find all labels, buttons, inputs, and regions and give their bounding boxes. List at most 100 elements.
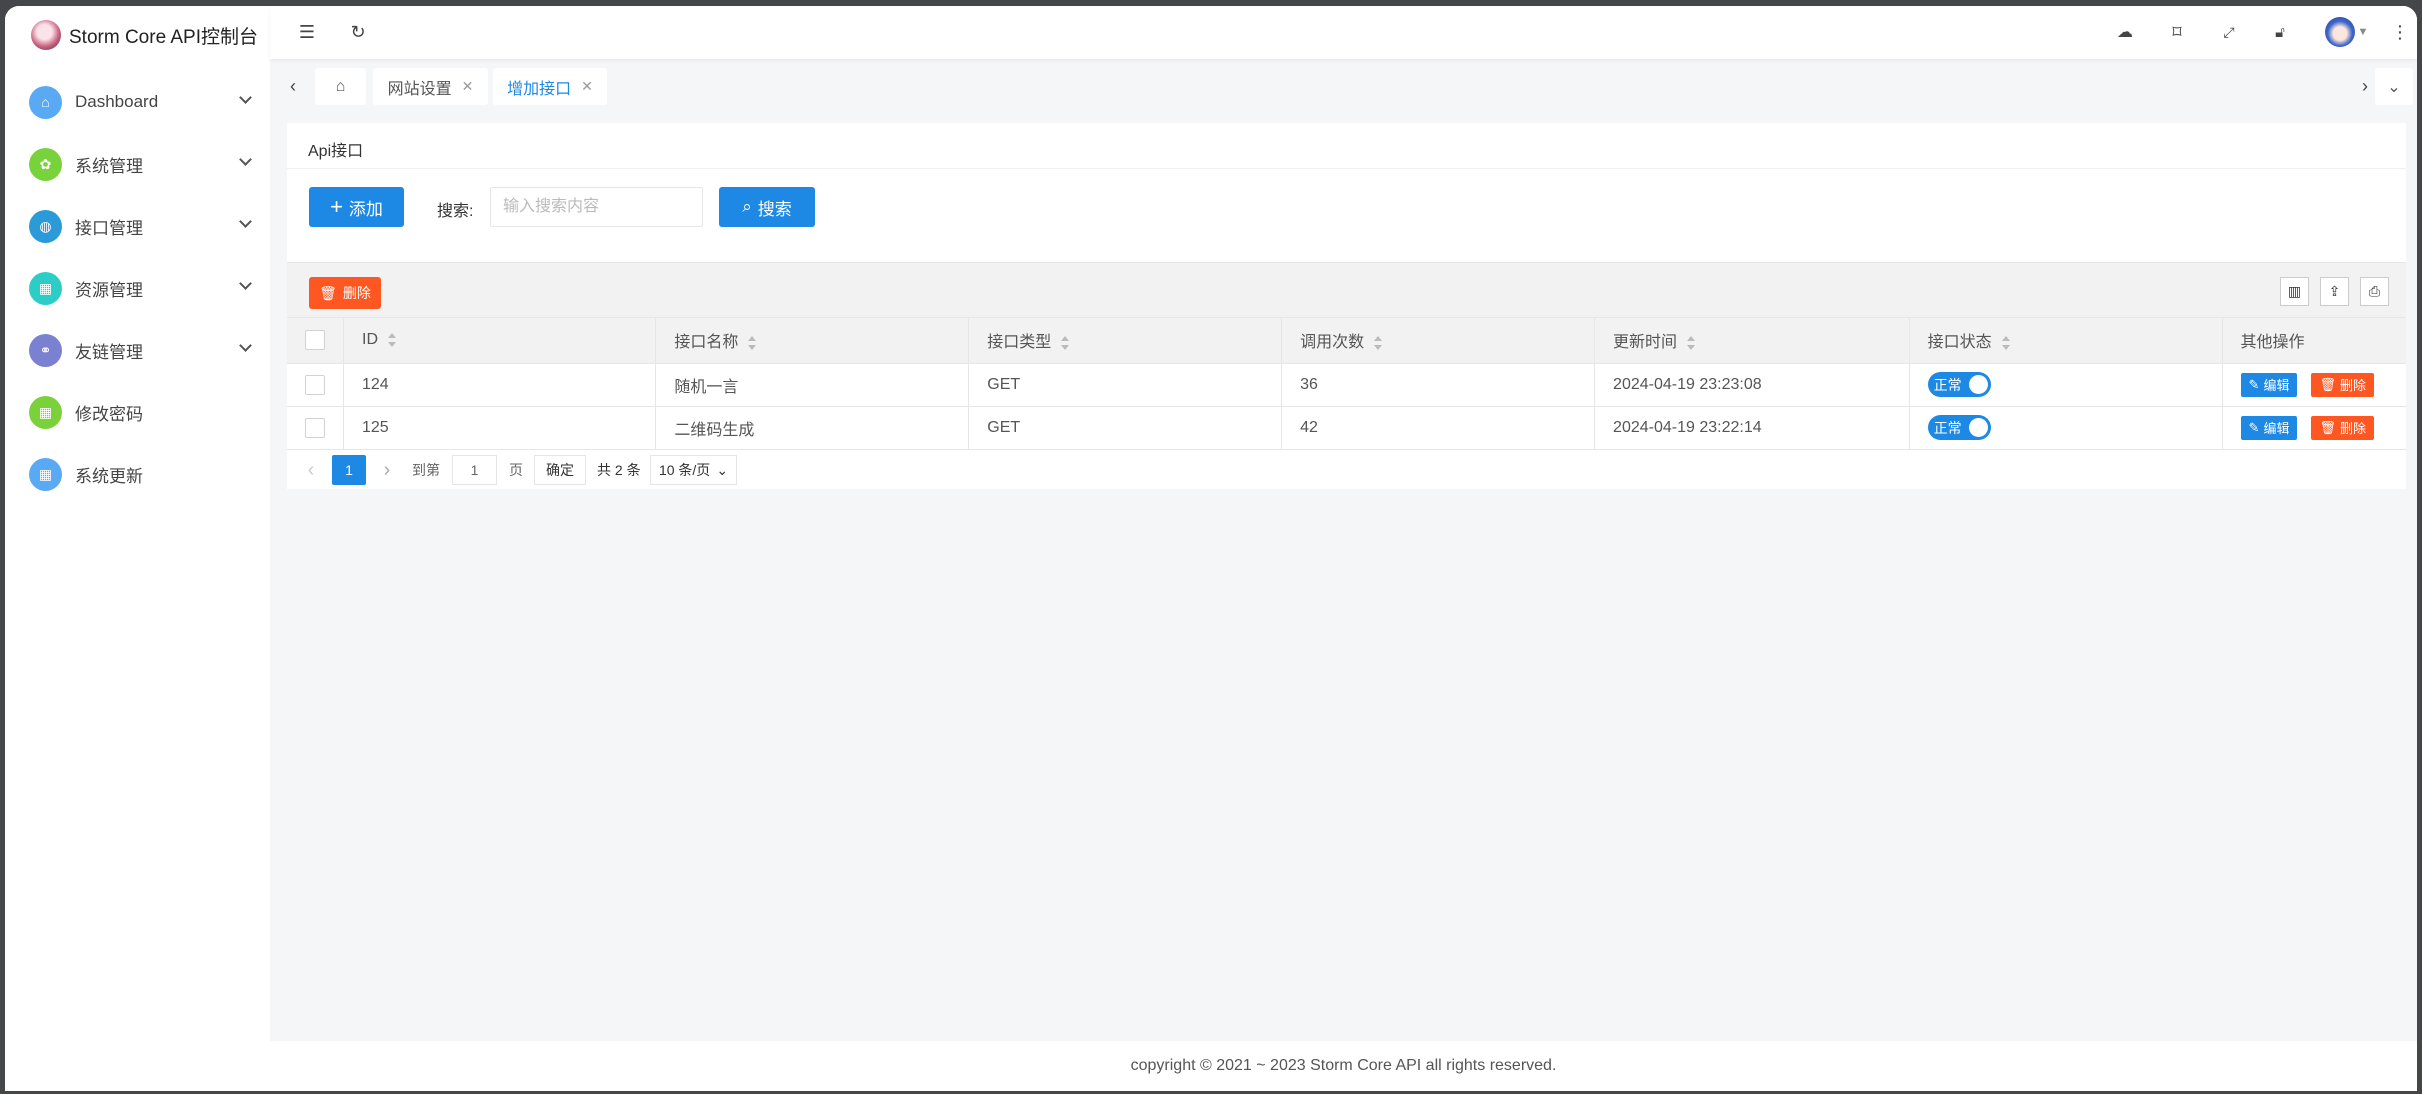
sort-icon[interactable] (388, 333, 396, 348)
chevron-down-icon: ⌄ (716, 461, 729, 478)
status-label: 正常 (1933, 376, 1962, 393)
select-all-cell (287, 318, 344, 364)
caret-down-icon[interactable]: ▼ (2350, 19, 2376, 45)
edit-button[interactable]: ✎ 编辑 (2240, 415, 2298, 440)
status-cell: 正常 (1909, 363, 2223, 407)
sort-icon[interactable] (1687, 336, 1696, 351)
sort-icon[interactable] (748, 336, 757, 351)
actions-cell: ✎ 编辑 🗑︎ 删除 (2222, 363, 2406, 407)
search-label: 搜索: (437, 203, 474, 220)
toggle-knob (1968, 418, 1988, 437)
column-header[interactable]: 接口状态 (1909, 318, 2223, 364)
tab-label: 网站设置 (387, 80, 452, 98)
column-header[interactable]: 接口名称 (655, 318, 970, 364)
goto-page-input[interactable]: 1 (452, 455, 497, 485)
columns-filter-icon[interactable]: ▥ (2280, 277, 2309, 306)
print-icon[interactable]: ⎙ (2360, 277, 2389, 306)
column-header: 其他操作 (2222, 318, 2406, 364)
sort-icon[interactable] (2001, 336, 2010, 351)
add-label: 添加 (348, 199, 383, 219)
goto-label: 到第 (412, 462, 440, 478)
sidebar-item-2[interactable]: ◍ 接口管理 (5, 201, 270, 251)
batch-delete-button[interactable]: 🗑︎ 删除 (309, 277, 381, 309)
column-header[interactable]: 调用次数 (1281, 318, 1596, 364)
chevron-down-icon: ⌄ (2387, 78, 2401, 96)
next-page-icon[interactable]: › (377, 455, 397, 485)
sidebar-item-1[interactable]: ✿ 系统管理 (5, 139, 270, 189)
column-header[interactable]: 更新时间 (1594, 318, 1910, 364)
api-card: Api接口 +添加 搜索: ⌕搜索 🗑︎删除 ▥ ⇪ ⎙ ID接口名称接口类型调… (287, 123, 2406, 489)
delete-button[interactable]: 🗑︎ 删除 (2311, 415, 2374, 440)
copyright-text: copyright © 2021 ~ 2023 Storm Core API a… (1130, 1057, 1557, 1074)
close-icon[interactable]: ✕ (462, 78, 474, 95)
column-label: ID (362, 331, 378, 349)
table-row: 125 二维码生成 GET 42 2024-04-19 23:22:14 正常 … (287, 406, 2406, 450)
export-icon[interactable]: ⇪ (2320, 277, 2349, 306)
lock-icon[interactable]: 🔓︎ (2267, 19, 2293, 45)
fullscreen-icon[interactable]: ⤢ (2216, 19, 2242, 45)
sidebar-item-5[interactable]: ▦ 修改密码 (5, 387, 270, 437)
tab-label: 增加接口 (507, 80, 572, 98)
sidebar-item-label: 资源管理 (75, 280, 143, 300)
cloud-code-icon[interactable]: ☁ (2112, 19, 2138, 45)
app-window: Storm Core API控制台 ⌂ Dashboard ✿ 系统管理 ◍ 接口管… (5, 6, 2417, 1091)
id-cell: 125 (343, 406, 657, 450)
sidebar-item-6[interactable]: ▦ 系统更新 (5, 449, 270, 499)
prev-page-icon[interactable]: ‹ (301, 455, 321, 485)
tabs-scroll-left-icon[interactable]: ‹ (280, 73, 306, 99)
page-size-select[interactable]: 10 条/页 ⌄ (650, 455, 737, 485)
status-label: 正常 (1933, 419, 1962, 436)
goto-confirm-button[interactable]: 确定 (534, 455, 586, 485)
tabs-dropdown-button[interactable]: ⌄ (2375, 68, 2413, 105)
status-toggle[interactable]: 正常 (1927, 372, 1991, 397)
edit-button[interactable]: ✎ 编辑 (2240, 372, 2298, 397)
tab-add-api[interactable]: 增加接口 ✕ (493, 68, 607, 105)
column-header[interactable]: ID (343, 318, 657, 364)
sidebar-item-label: 友链管理 (75, 342, 143, 362)
pencil-icon: ✎ (2248, 419, 2260, 435)
select-cell (287, 406, 344, 450)
tab-home[interactable]: ⌂ (315, 68, 366, 105)
footer: copyright © 2021 ~ 2023 Storm Core API a… (270, 1041, 2417, 1091)
row-checkbox[interactable] (305, 374, 325, 395)
sidebar-item-4[interactable]: ⚭ 友链管理 (5, 325, 270, 375)
table-row: 124 随机一言 GET 36 2024-04-19 23:23:08 正常 ✎… (287, 363, 2406, 407)
select-cell (287, 363, 344, 407)
api-table: ID 接口名称 接口类型 调用次数 更新时间 接口状态 其他操作 124 随机一言 GET … (287, 318, 2406, 450)
sidebar-item-label: 系统管理 (75, 156, 143, 176)
gear-icon: ✿ (29, 147, 62, 181)
more-icon[interactable]: ⋮ (2387, 19, 2413, 45)
tab-site-settings[interactable]: 网站设置 ✕ (373, 68, 488, 105)
row-checkbox[interactable] (305, 417, 325, 438)
sidebar-item-0[interactable]: ⌂ Dashboard (5, 77, 270, 127)
column-header[interactable]: 接口类型 (968, 318, 1283, 364)
sort-icon[interactable] (1061, 336, 1070, 351)
logo[interactable]: Storm Core API控制台 (31, 20, 258, 50)
delete-button[interactable]: 🗑︎ 删除 (2311, 372, 2374, 397)
menu-fold-icon[interactable]: ☰ (294, 19, 320, 45)
type-cell: GET (968, 406, 1283, 450)
select-all-checkbox[interactable] (305, 330, 325, 351)
search-input[interactable] (490, 187, 703, 227)
grid-icon: ▦ (29, 395, 62, 429)
tag-icon[interactable]: ⌑ (2164, 19, 2190, 45)
sort-icon[interactable] (1374, 336, 1383, 351)
sidebar-item-3[interactable]: ▦ 资源管理 (5, 263, 270, 313)
grid-icon: ▦ (29, 271, 62, 305)
sidebar: Storm Core API控制台 ⌂ Dashboard ✿ 系统管理 ◍ 接口管… (5, 6, 270, 1091)
search-icon: ⌕ (742, 197, 752, 216)
trash-icon: 🗑︎ (319, 284, 337, 301)
divider (287, 168, 2406, 169)
sidebar-item-label: 接口管理 (75, 218, 143, 238)
search-button[interactable]: ⌕ 搜索 (719, 187, 815, 227)
updated-cell: 2024-04-19 23:22:14 (1594, 406, 1910, 450)
status-toggle[interactable]: 正常 (1927, 415, 1991, 440)
app-title: Storm Core API控制台 (69, 26, 258, 48)
refresh-icon[interactable]: ↻ (345, 19, 371, 45)
chevron-down-icon (239, 277, 252, 290)
add-button[interactable]: + 添加 (309, 187, 404, 227)
close-icon[interactable]: ✕ (581, 78, 593, 95)
sidebar-item-label: Dashboard (75, 92, 159, 111)
page-1-button[interactable]: 1 (332, 455, 366, 485)
sidebar-item-label: 修改密码 (75, 404, 143, 424)
